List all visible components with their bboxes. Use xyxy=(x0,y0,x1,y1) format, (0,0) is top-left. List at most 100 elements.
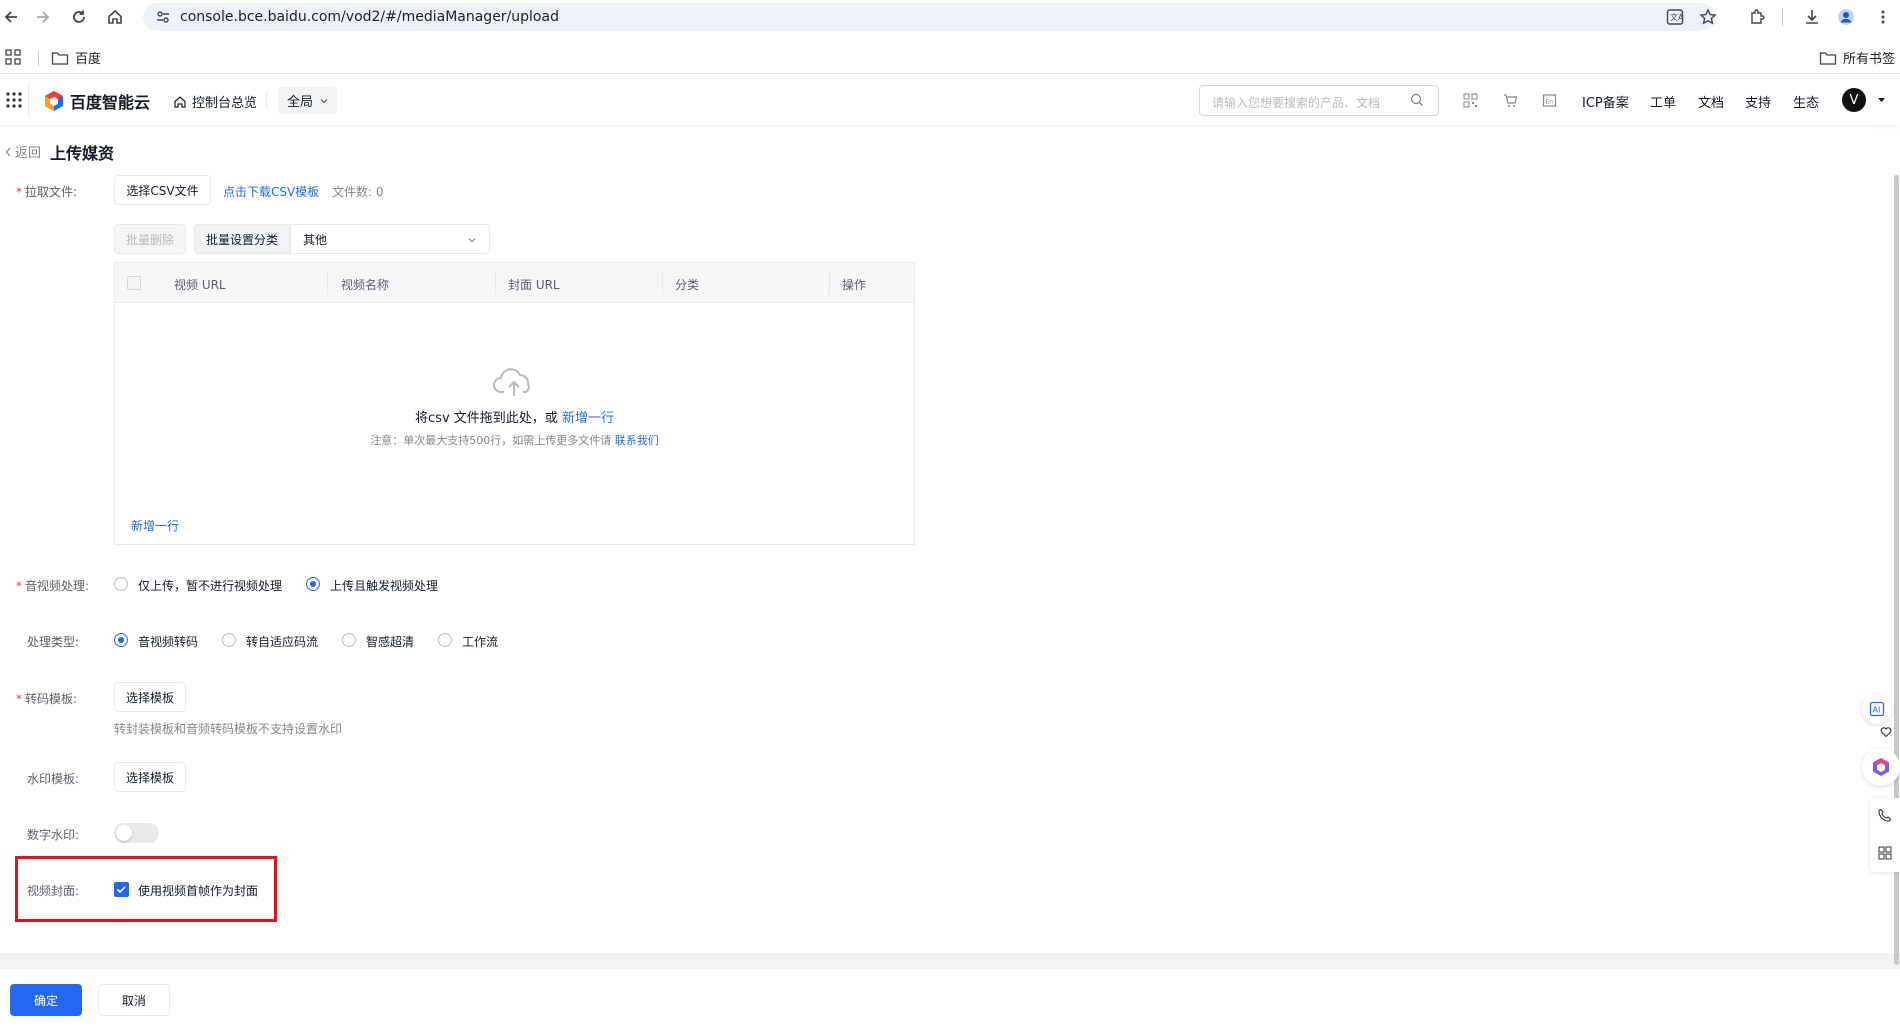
media-table xyxy=(114,262,915,545)
profile-icon[interactable] xyxy=(1837,8,1855,26)
transcode-template-label: * 转码模板: xyxy=(16,690,77,707)
use-first-frame-checkbox[interactable] xyxy=(114,882,129,897)
translate-icon[interactable]: 文A xyxy=(1666,8,1684,26)
radio-workflow[interactable] xyxy=(438,633,452,647)
radio-upload-and-process-label[interactable]: 上传且触发视频处理 xyxy=(330,577,438,594)
radio-upload-and-process[interactable] xyxy=(306,577,320,591)
drop-zone-note: 注意：单次最大支持500行，如需上传更多文件请 联系我们 xyxy=(114,432,915,448)
back-arrow-icon[interactable] xyxy=(2,8,20,26)
home-icon[interactable] xyxy=(106,8,124,26)
radio-upload-only[interactable] xyxy=(114,577,128,591)
ai-assistant-icon[interactable]: AI xyxy=(1862,694,1892,724)
region-label: 全局 xyxy=(287,95,314,110)
radio-smart-hd-label[interactable]: 智感超清 xyxy=(366,633,414,650)
avatar[interactable]: V xyxy=(1842,88,1866,112)
region-selector[interactable]: 全局 xyxy=(278,87,337,114)
add-row-link[interactable]: 新增一行 xyxy=(131,517,179,534)
browser-toolbar: console.bce.baidu.com/vod2/#/mediaManage… xyxy=(0,0,1900,34)
radio-workflow-label[interactable]: 工作流 xyxy=(462,633,498,650)
reload-icon[interactable] xyxy=(70,8,88,26)
category-select[interactable]: 其他 xyxy=(290,224,490,254)
select-watermark-template-button[interactable]: 选择模板 xyxy=(114,762,186,792)
apps-grid-icon[interactable] xyxy=(1878,846,1892,860)
nav-docs[interactable]: 文档 xyxy=(1698,92,1724,111)
column-divider xyxy=(495,271,496,295)
baidu-cloud-logo[interactable]: 百度智能云 xyxy=(43,89,150,113)
caret-down-icon[interactable] xyxy=(1877,96,1886,104)
back-label: 返回 xyxy=(15,146,42,161)
nav-ticket[interactable]: 工单 xyxy=(1650,92,1676,111)
nav-icp[interactable]: ICP备案 xyxy=(1582,92,1629,111)
all-bookmarks-label: 所有书签 xyxy=(1843,52,1896,67)
download-icon[interactable] xyxy=(1803,8,1821,26)
batch-delete-button[interactable]: 批量删除 xyxy=(114,224,186,254)
chevron-left-icon xyxy=(5,147,12,157)
column-header-video-name: 视频名称 xyxy=(341,278,390,292)
all-bookmarks[interactable]: 所有书签 xyxy=(1819,48,1895,67)
phone-icon[interactable] xyxy=(1878,808,1892,822)
drop-zone-add-row-link[interactable]: 新增一行 xyxy=(562,411,614,426)
digital-watermark-toggle[interactable] xyxy=(114,823,159,843)
pull-file-label: * 拉取文件: xyxy=(16,183,77,200)
radio-adaptive-stream-label[interactable]: 转自适应码流 xyxy=(246,633,318,650)
feedback-heart-icon[interactable] xyxy=(1880,726,1892,738)
cart-icon[interactable] xyxy=(1503,93,1518,108)
console-overview-link[interactable]: 控制台总览 xyxy=(173,92,257,111)
forward-arrow-icon[interactable] xyxy=(34,8,52,26)
search-icon[interactable] xyxy=(1410,93,1424,107)
radio-smart-hd[interactable] xyxy=(342,633,356,647)
smart-agent-icon[interactable] xyxy=(1862,748,1900,786)
transcode-template-label-text: 转码模板: xyxy=(25,692,78,706)
radio-av-transcode-label[interactable]: 音视频转码 xyxy=(138,633,198,650)
radio-av-transcode[interactable] xyxy=(114,633,128,647)
header-divider xyxy=(266,91,267,109)
bookmark-folder-label: 百度 xyxy=(75,52,102,67)
required-mark: * xyxy=(16,579,22,593)
radio-adaptive-stream[interactable] xyxy=(222,633,236,647)
column-header-cover-url: 封面 URL xyxy=(508,278,560,292)
nav-ecosystem[interactable]: 生态 xyxy=(1793,92,1819,111)
required-mark: * xyxy=(16,185,22,199)
url-text[interactable]: console.bce.baidu.com/vod2/#/mediaManage… xyxy=(180,9,559,25)
qrcode-icon[interactable] xyxy=(1463,93,1478,108)
logo-icon xyxy=(43,90,65,112)
search-input[interactable]: 请输入您想要搜索的产品、文档 xyxy=(1199,85,1439,116)
page-title: 上传媒资 xyxy=(50,144,115,163)
column-header-video-url: 视频 URL xyxy=(174,278,226,292)
confirm-button[interactable]: 确定 xyxy=(10,984,82,1016)
nav-support[interactable]: 支持 xyxy=(1745,92,1771,111)
contact-us-link[interactable]: 联系我们 xyxy=(615,434,659,447)
product-menu-icon[interactable] xyxy=(5,91,23,109)
svg-text:文A: 文A xyxy=(1670,12,1684,22)
use-first-frame-label[interactable]: 使用视频首帧作为封面 xyxy=(138,882,258,899)
column-header-actions: 操作 xyxy=(842,278,867,292)
chevron-down-icon xyxy=(319,96,329,106)
star-icon[interactable] xyxy=(1699,8,1717,26)
drop-zone-text: 将csv 文件拖到此处，或 新增一行 xyxy=(114,407,915,426)
header-divider xyxy=(28,83,29,117)
bookmarks-divider xyxy=(38,50,39,66)
bookmark-folder-baidu[interactable]: 百度 xyxy=(51,48,101,67)
av-processing-label: * 音视频处理: xyxy=(16,577,89,594)
radio-upload-only-label[interactable]: 仅上传，暂不进行视频处理 xyxy=(138,577,282,594)
download-csv-template-link[interactable]: 点击下载CSV模板 xyxy=(223,183,319,200)
select-csv-button[interactable]: 选择CSV文件 xyxy=(114,175,211,205)
back-link[interactable]: 返回 xyxy=(5,142,41,161)
column-header-category: 分类 xyxy=(675,278,700,292)
more-vert-icon[interactable] xyxy=(1874,8,1892,26)
apps-grid-icon[interactable] xyxy=(5,49,21,65)
cloud-upload-icon xyxy=(492,365,536,399)
folder-icon xyxy=(51,50,69,66)
file-count: 文件数: 0 xyxy=(332,185,384,199)
site-info-icon[interactable] xyxy=(155,9,171,25)
transcode-template-hint: 转封装模板和音频转码模板不支持设置水印 xyxy=(114,722,343,736)
select-all-checkbox[interactable] xyxy=(127,276,141,290)
required-mark: * xyxy=(16,692,22,706)
cancel-button[interactable]: 取消 xyxy=(98,984,170,1016)
billing-icon[interactable]: En xyxy=(1542,93,1557,108)
digital-watermark-label: 数字水印: xyxy=(27,828,80,842)
extensions-icon[interactable] xyxy=(1749,8,1767,26)
bookmarks-separator xyxy=(0,73,1900,74)
column-divider xyxy=(327,271,328,295)
select-transcode-template-button[interactable]: 选择模板 xyxy=(114,682,186,712)
